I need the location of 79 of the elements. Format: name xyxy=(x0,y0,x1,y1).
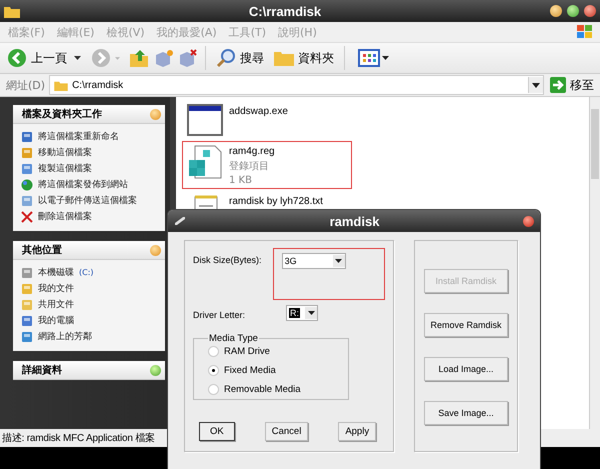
radio-option[interactable]: Removable Media xyxy=(208,384,348,395)
dialog-button[interactable]: Apply xyxy=(338,422,376,441)
task-link[interactable]: 我的電腦 xyxy=(38,314,74,327)
file-task-icon xyxy=(21,162,33,174)
drive-letter: (C:) xyxy=(79,268,94,277)
disk-size-label: Disk Size(Bytes): xyxy=(193,254,263,265)
file-size: 1 KB xyxy=(229,175,253,186)
radio-option[interactable]: RAM Drive xyxy=(208,346,348,357)
file-type: 登錄項目 xyxy=(229,160,270,173)
action-button[interactable]: Save Image... xyxy=(424,401,508,425)
task-pane-header[interactable]: 其他位置 xyxy=(13,241,165,260)
search-icon xyxy=(216,48,236,68)
app-icon xyxy=(174,215,186,227)
search-button[interactable]: 搜尋 xyxy=(213,48,267,68)
cross-icon xyxy=(21,210,33,222)
task-link[interactable]: 刪除這個檔案 xyxy=(38,210,92,223)
task-link[interactable]: 共用文件 xyxy=(38,298,74,311)
view-grid-icon[interactable] xyxy=(358,49,390,67)
folder-icon xyxy=(54,80,68,90)
task-link[interactable]: 網路上的芳鄰 xyxy=(38,330,92,343)
address-label: 網址(D) xyxy=(6,78,46,92)
window-title: C:\rramdisk xyxy=(248,4,322,18)
task-link[interactable]: 複製這個檔案 xyxy=(38,162,92,175)
folder-icon xyxy=(4,4,20,18)
action-button[interactable]: Remove Ramdisk xyxy=(424,313,508,337)
delete-box-icon[interactable] xyxy=(178,49,198,67)
up-folder-icon[interactable] xyxy=(130,49,150,67)
file-task-icon xyxy=(21,194,33,206)
file-task-icon xyxy=(21,130,33,142)
dropdown-arrow-icon[interactable] xyxy=(532,82,540,88)
close-button[interactable] xyxy=(523,216,534,226)
dialog-button[interactable]: OK xyxy=(199,422,235,441)
collapse-toggle[interactable] xyxy=(150,364,161,376)
task-link[interactable]: 以電子郵件傳送這個檔案 xyxy=(38,194,137,207)
task-link[interactable]: 將這個檔案重新命名 xyxy=(38,130,119,143)
radio-option[interactable]: Fixed Media xyxy=(208,365,348,376)
back-button[interactable]: 上一頁 xyxy=(4,48,70,68)
maximize-button[interactable] xyxy=(567,5,579,17)
task-pane-header[interactable]: 檔案及資料夾工作 xyxy=(13,105,165,124)
file-name: ram4g.reg xyxy=(229,146,275,157)
folder-icon xyxy=(274,49,294,67)
task-link[interactable]: 我的文件 xyxy=(38,282,74,295)
file-task-icon xyxy=(21,330,33,342)
collapse-toggle[interactable] xyxy=(150,108,161,120)
dropdown-arrow-icon[interactable] xyxy=(335,259,342,263)
arrow-right-icon xyxy=(550,77,566,93)
dropdown-arrow-icon[interactable] xyxy=(74,56,81,60)
globe-icon xyxy=(21,178,33,190)
cubes-icon xyxy=(187,144,223,180)
file-task-icon xyxy=(21,146,33,158)
file-item[interactable]: ram4g.reg 登錄項目 1 KB xyxy=(182,141,352,189)
dialog-button[interactable]: Cancel xyxy=(264,422,308,441)
media-type-title: Media Type xyxy=(208,333,259,344)
dialog-title: ramdisk xyxy=(328,214,380,228)
file-item[interactable]: addswap.exe xyxy=(182,101,352,139)
file-task-icon xyxy=(21,282,33,294)
scrollbar[interactable] xyxy=(589,97,600,429)
task-pane-header[interactable]: 詳細資料 xyxy=(13,361,165,380)
file-task-icon xyxy=(21,314,33,326)
go-button[interactable]: 移至 xyxy=(548,76,600,94)
task-link[interactable]: 將這個檔案發佈到網站 xyxy=(38,178,128,191)
minimize-button[interactable] xyxy=(550,5,562,17)
task-link[interactable]: 本機磁碟 xyxy=(38,266,74,279)
address-field[interactable]: C:\rramdisk xyxy=(49,75,544,95)
driver-letter-label: Driver Letter: xyxy=(193,309,246,320)
file-task-icon xyxy=(21,266,33,278)
collapse-toggle[interactable] xyxy=(150,244,161,256)
action-button[interactable]: Load Image... xyxy=(424,357,508,381)
driver-letter-dropdown[interactable]: R: xyxy=(286,305,318,321)
windows-logo-icon xyxy=(576,24,594,40)
folders-button[interactable]: 資料夾 xyxy=(271,49,337,67)
dropdown-arrow-icon[interactable] xyxy=(308,311,314,315)
file-name: addswap.exe xyxy=(229,106,288,117)
task-link[interactable]: 移動這個檔案 xyxy=(38,146,92,159)
window-icon xyxy=(187,104,223,136)
file-task-icon xyxy=(21,298,33,310)
close-button[interactable] xyxy=(584,5,596,17)
disk-size-dropdown[interactable]: 3G xyxy=(282,253,346,269)
file-name: ramdisk by lyh728.txt xyxy=(229,196,323,207)
